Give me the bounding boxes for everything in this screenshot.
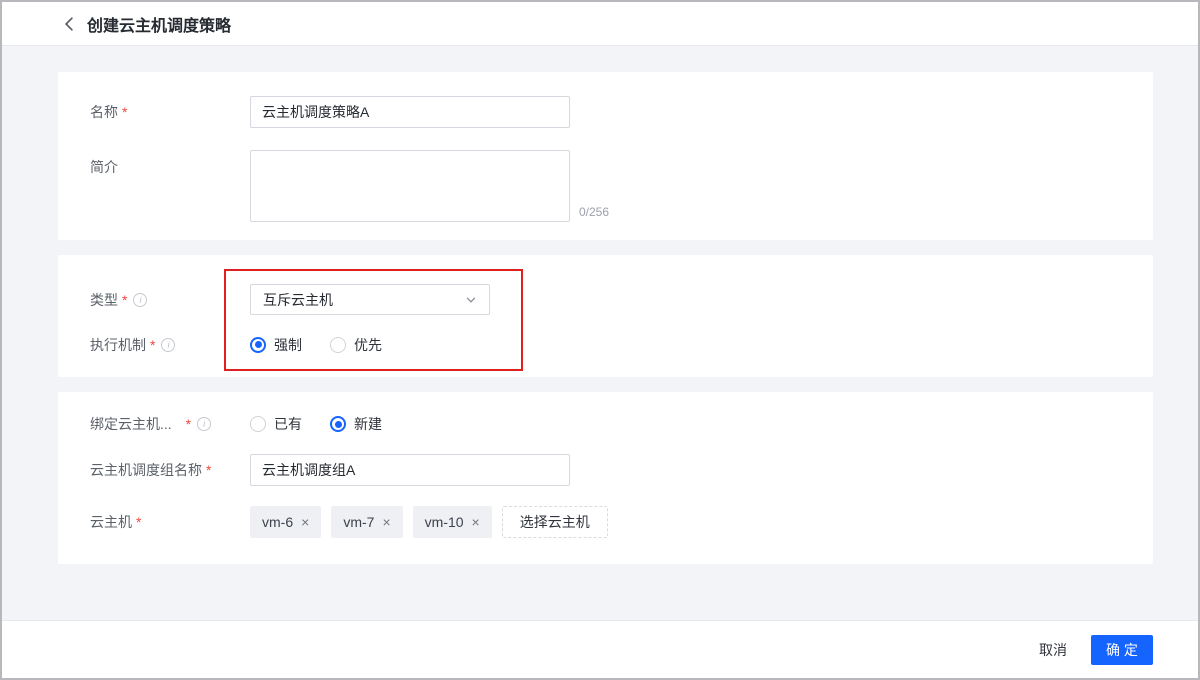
- required-mark: *: [150, 337, 155, 353]
- type-select[interactable]: 互斥云主机: [250, 284, 490, 315]
- bind-group-row: 绑定云主机...* i 已有 新建: [90, 408, 1153, 440]
- required-mark: *: [206, 462, 211, 478]
- vm-label: 云主机*: [90, 506, 250, 538]
- char-counter: 0/256: [579, 205, 609, 222]
- bind-group-label: 绑定云主机...* i: [90, 414, 250, 434]
- intro-label: 简介: [90, 150, 250, 222]
- group-name-input[interactable]: [250, 454, 570, 486]
- bind-group-radio-group: 已有 新建: [250, 409, 410, 440]
- radio-selected-icon: [330, 416, 346, 432]
- radio-new-group[interactable]: 新建: [330, 414, 382, 434]
- type-select-value: 互斥云主机: [263, 290, 333, 310]
- required-mark: *: [122, 104, 127, 120]
- radio-existing-group[interactable]: 已有: [250, 414, 302, 434]
- policy-name-input[interactable]: [250, 96, 570, 128]
- page-header: 创建云主机调度策略: [2, 2, 1198, 46]
- required-mark: *: [136, 514, 141, 530]
- bind-group-card: 绑定云主机...* i 已有 新建 云主机调度组名称*: [58, 392, 1153, 564]
- back-button[interactable]: [64, 17, 74, 31]
- name-field-row: 名称*: [90, 96, 1153, 128]
- vm-tags-row: vm-6 × vm-7 × vm-10 × 选择云主机: [250, 506, 608, 538]
- info-icon[interactable]: i: [133, 293, 147, 307]
- group-name-row: 云主机调度组名称*: [90, 454, 1153, 486]
- info-icon[interactable]: i: [161, 338, 175, 352]
- confirm-button[interactable]: 确 定: [1091, 635, 1153, 665]
- radio-unselected-icon: [330, 337, 346, 353]
- remove-tag-icon[interactable]: ×: [472, 515, 480, 529]
- mechanism-field-row: 执行机制* i 强制 优先: [90, 329, 1153, 360]
- radio-mechanism-priority[interactable]: 优先: [330, 335, 382, 355]
- group-name-label: 云主机调度组名称*: [90, 454, 250, 486]
- type-card: 类型* i 互斥云主机 执行机制* i 强: [58, 255, 1153, 377]
- cancel-button[interactable]: 取消: [1039, 640, 1067, 660]
- footer-action-bar: 取消 确 定: [2, 620, 1198, 678]
- chevron-down-icon: [465, 294, 477, 306]
- vm-tag: vm-10 ×: [413, 506, 492, 538]
- form-body: 名称* 简介 0/256 类型* i: [2, 46, 1198, 620]
- type-field-row: 类型* i 互斥云主机: [90, 284, 1153, 315]
- radio-unselected-icon: [250, 416, 266, 432]
- create-scheduling-policy-page: 创建云主机调度策略 名称* 简介 0/256: [0, 0, 1200, 680]
- page-title: 创建云主机调度策略: [87, 12, 231, 36]
- intro-textarea-wrap: 0/256: [250, 150, 609, 222]
- remove-tag-icon[interactable]: ×: [301, 515, 309, 529]
- basic-info-card: 名称* 简介 0/256: [58, 72, 1153, 240]
- intro-textarea[interactable]: [250, 150, 570, 222]
- intro-field-row: 简介 0/256: [90, 150, 1153, 222]
- select-vm-button[interactable]: 选择云主机: [502, 506, 608, 538]
- radio-selected-icon: [250, 337, 266, 353]
- vm-tag: vm-7 ×: [331, 506, 402, 538]
- type-label: 类型* i: [90, 284, 250, 315]
- required-mark: *: [186, 416, 191, 432]
- info-icon[interactable]: i: [197, 417, 211, 431]
- mechanism-radio-group: 强制 优先: [250, 329, 410, 360]
- vm-select-row: 云主机* vm-6 × vm-7 × vm-10 × 选择云主机: [90, 506, 1153, 538]
- remove-tag-icon[interactable]: ×: [382, 515, 390, 529]
- vm-tag: vm-6 ×: [250, 506, 321, 538]
- radio-mechanism-force[interactable]: 强制: [250, 335, 302, 355]
- back-chevron-icon: [64, 17, 74, 31]
- mechanism-label: 执行机制* i: [90, 329, 250, 360]
- name-label: 名称*: [90, 96, 250, 128]
- required-mark: *: [122, 292, 127, 308]
